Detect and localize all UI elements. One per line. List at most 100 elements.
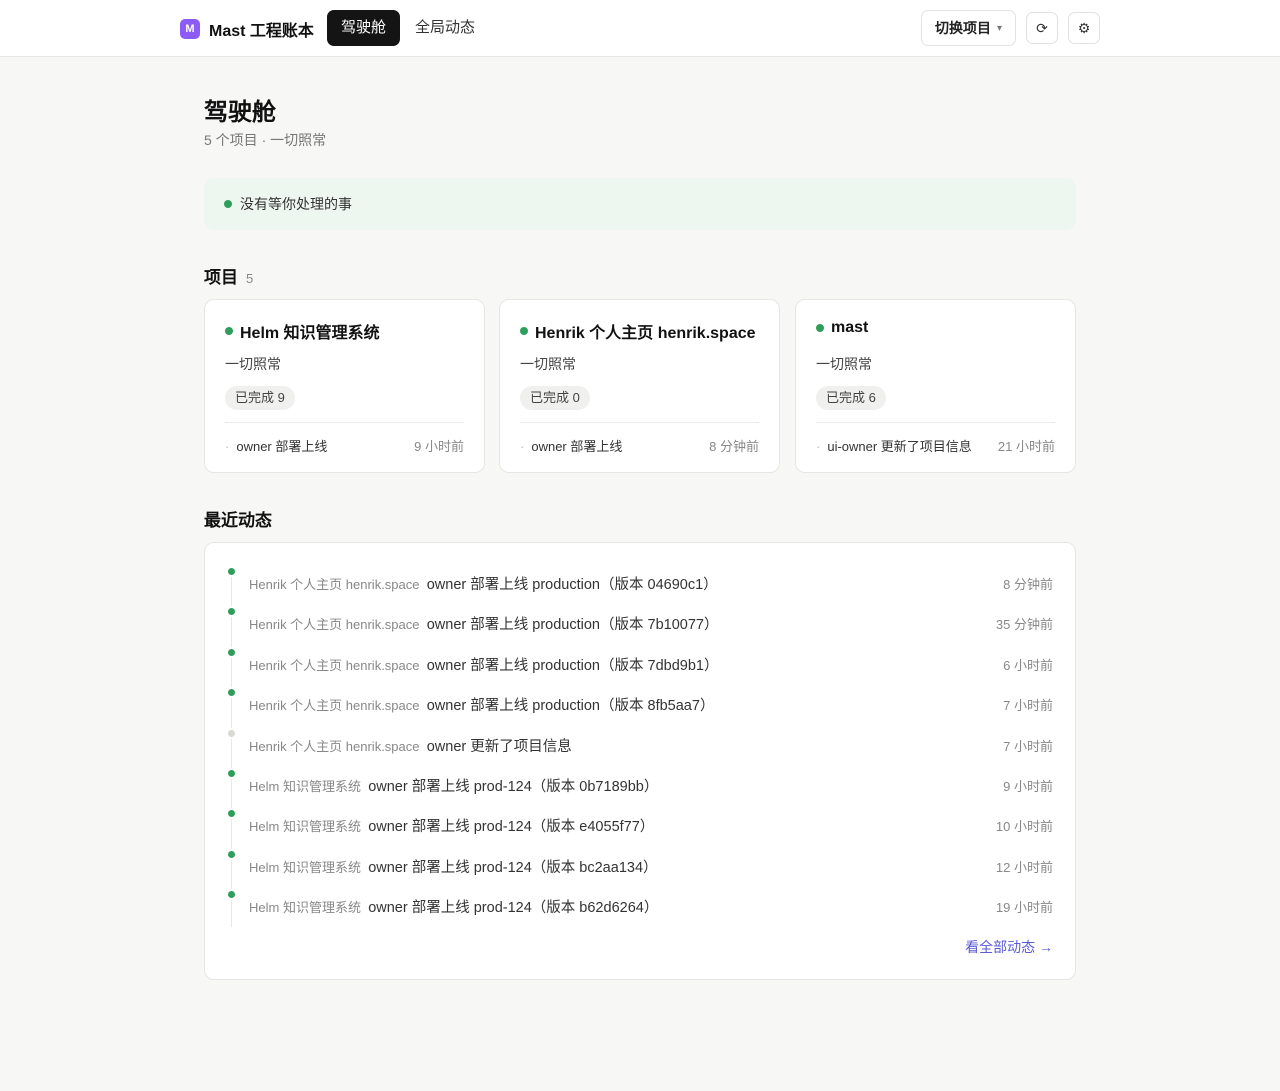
project-status: 一切照常 — [520, 356, 576, 372]
tab-global-activity[interactable]: 全局动态 — [401, 10, 489, 46]
last-activity-time: 9 小时前 — [414, 439, 464, 454]
status-dot-icon — [225, 327, 233, 335]
last-activity-text: ui-owner 更新了项目信息 — [827, 439, 972, 454]
activity-project: Helm 知识管理系统 owner 部署上线 prod-124（版本 bc2aa… — [249, 859, 658, 876]
project-status: 一切照常 — [225, 356, 281, 372]
last-activity-time: 8 分钟前 — [709, 439, 759, 454]
switch-project-button[interactable]: 切换项目 ▾ — [921, 10, 1016, 46]
completed-badge: 已完成 6 — [816, 386, 886, 410]
activity-project: Henrik 个人主页 henrik.space owner 部署上线 prod… — [249, 697, 715, 714]
project-card-henrik[interactable]: Henrik 个人主页 henrik.space 一切照常 已完成 0 · own… — [499, 299, 780, 473]
project-last-activity: · owner 部署上线 9 小时前 — [225, 436, 464, 455]
view-all-activity-link[interactable]: 看全部动态 → — [965, 937, 1053, 957]
activity-item[interactable]: Henrik 个人主页 henrik.space owner 部署上线 prod… — [205, 608, 1075, 635]
bullet-icon: · — [520, 439, 525, 454]
settings-button[interactable]: ⚙ — [1068, 12, 1100, 44]
timeline-dot-icon — [228, 730, 235, 737]
activity-time: 19 小时前 — [995, 899, 1053, 915]
activity-project: Helm 知识管理系统 owner 部署上线 prod-124（版本 e4055… — [249, 818, 655, 835]
timeline-dot-icon — [228, 851, 235, 858]
timeline-dot-icon — [228, 770, 235, 777]
activity-text: owner 部署上线 production（版本 7b10077） — [426, 616, 719, 633]
activity-project: Helm 知识管理系统 owner 部署上线 prod-124（版本 b62d6… — [249, 899, 659, 916]
activity-heading-label: 最近动态 — [204, 511, 272, 530]
activity-project: Henrik 个人主页 henrik.space owner 部署上线 prod… — [249, 576, 718, 593]
activity-time: 10 小时前 — [995, 818, 1053, 834]
activity-time: 7 小时前 — [1003, 738, 1053, 754]
project-card-title: Helm 知识管理系统 — [225, 319, 380, 343]
project-last-activity: · owner 部署上线 8 分钟前 — [520, 436, 759, 455]
completed-badge: 已完成 0 — [520, 386, 590, 410]
notice-text: 没有等你处理的事 — [240, 196, 352, 212]
activity-text: owner 部署上线 prod-124（版本 b62d6264） — [368, 899, 659, 916]
timeline-dot-icon — [228, 689, 235, 696]
activity-time: 12 小时前 — [995, 859, 1053, 875]
divider — [520, 422, 759, 423]
refresh-button[interactable]: ⟳ — [1026, 12, 1058, 44]
switch-project-label: 切换项目 — [934, 20, 991, 36]
activity-item[interactable]: Helm 知识管理系统 owner 部署上线 prod-124（版本 e4055… — [205, 810, 1075, 837]
project-name: Henrik 个人主页 henrik.space — [535, 325, 756, 342]
gear-icon: ⚙ — [1077, 19, 1091, 36]
activity-time: 35 分钟前 — [995, 616, 1053, 632]
project-name: mast — [831, 319, 869, 336]
activity-feed: Henrik 个人主页 henrik.space owner 部署上线 prod… — [204, 542, 1076, 980]
tab-cockpit[interactable]: 驾驶舱 — [327, 10, 401, 46]
chevron-down-icon: ▾ — [996, 22, 1003, 34]
activity-text: owner 部署上线 prod-124（版本 0b7189bb） — [368, 778, 659, 795]
last-activity-time: 21 小时前 — [997, 439, 1055, 454]
page-subtitle: 5 个项目 · 一切照常 — [204, 132, 327, 148]
pending-notice: 没有等你处理的事 — [204, 178, 1076, 230]
projects-heading: 项目 5 — [204, 263, 253, 288]
projects-heading-label: 项目 — [204, 268, 238, 287]
activity-project: Helm 知识管理系统 owner 部署上线 prod-124（版本 0b718… — [249, 778, 659, 795]
activity-item[interactable]: Henrik 个人主页 henrik.space owner 部署上线 prod… — [205, 649, 1075, 676]
brand-logo-icon: M — [180, 19, 200, 39]
activity-project: Henrik 个人主页 henrik.space owner 部署上线 prod… — [249, 657, 719, 674]
activity-time: 6 小时前 — [1003, 657, 1053, 673]
activity-time: 9 小时前 — [1003, 778, 1053, 794]
activity-text: owner 部署上线 production（版本 04690c1） — [426, 576, 718, 593]
activity-text: owner 部署上线 prod-124（版本 e4055f77） — [368, 818, 655, 835]
timeline-dot-icon — [228, 649, 235, 656]
page-title: 驾驶舱 — [204, 99, 276, 126]
project-card-title: Henrik 个人主页 henrik.space — [520, 319, 756, 343]
activity-item[interactable]: Henrik 个人主页 henrik.space owner 部署上线 prod… — [205, 568, 1075, 595]
activity-heading: 最近动态 — [204, 506, 272, 531]
brand[interactable]: M Mast 工程账本 — [180, 17, 314, 41]
timeline-dot-icon — [228, 608, 235, 615]
project-card-title: mast — [816, 319, 868, 337]
divider — [225, 422, 464, 423]
activity-item[interactable]: Helm 知识管理系统 owner 部署上线 prod-124（版本 b62d6… — [205, 891, 1075, 918]
timeline-dot-icon — [228, 810, 235, 817]
last-activity-text: owner 部署上线 — [531, 439, 623, 454]
activity-text: owner 部署上线 prod-124（版本 bc2aa134） — [368, 859, 658, 876]
project-card-helm[interactable]: Helm 知识管理系统 一切照常 已完成 9 · owner 部署上线 9 小时前 — [204, 299, 485, 473]
activity-text: owner 部署上线 production（版本 8fb5aa7） — [426, 697, 715, 714]
activity-text: owner 部署上线 production（版本 7dbd9b1） — [426, 657, 719, 674]
brand-name: Mast 工程账本 — [209, 23, 314, 40]
activity-time: 8 分钟前 — [1003, 576, 1053, 592]
top-bar: M Mast 工程账本 驾驶舱 全局动态 切换项目 ▾ ⟳ ⚙ — [0, 0, 1280, 57]
projects-count: 5 — [246, 271, 254, 286]
project-status: 一切照常 — [816, 356, 872, 372]
completed-badge: 已完成 9 — [225, 386, 295, 410]
status-dot-icon — [224, 200, 232, 208]
activity-item[interactable]: Henrik 个人主页 henrik.space owner 部署上线 prod… — [205, 689, 1075, 716]
project-card-mast[interactable]: mast 一切照常 已完成 6 · ui-owner 更新了项目信息 21 小时前 — [795, 299, 1076, 473]
activity-project: Henrik 个人主页 henrik.space owner 部署上线 prod… — [249, 616, 719, 633]
bullet-icon: · — [816, 439, 821, 454]
status-dot-icon — [520, 327, 528, 335]
activity-item[interactable]: Helm 知识管理系统 owner 部署上线 prod-124（版本 0b718… — [205, 770, 1075, 797]
activity-item[interactable]: Helm 知识管理系统 owner 部署上线 prod-124（版本 bc2aa… — [205, 851, 1075, 878]
activity-item[interactable]: Henrik 个人主页 henrik.space owner 更新了项目信息 7… — [205, 730, 1075, 757]
project-last-activity: · ui-owner 更新了项目信息 21 小时前 — [816, 436, 1055, 455]
activity-text: owner 更新了项目信息 — [426, 738, 572, 755]
divider — [816, 422, 1055, 423]
timeline-dot-icon — [228, 568, 235, 575]
refresh-icon: ⟳ — [1036, 19, 1048, 36]
status-dot-icon — [816, 324, 824, 332]
activity-time: 7 小时前 — [1003, 697, 1053, 713]
activity-project: Henrik 个人主页 henrik.space owner 更新了项目信息 — [249, 738, 572, 755]
project-name: Helm 知识管理系统 — [240, 325, 380, 342]
